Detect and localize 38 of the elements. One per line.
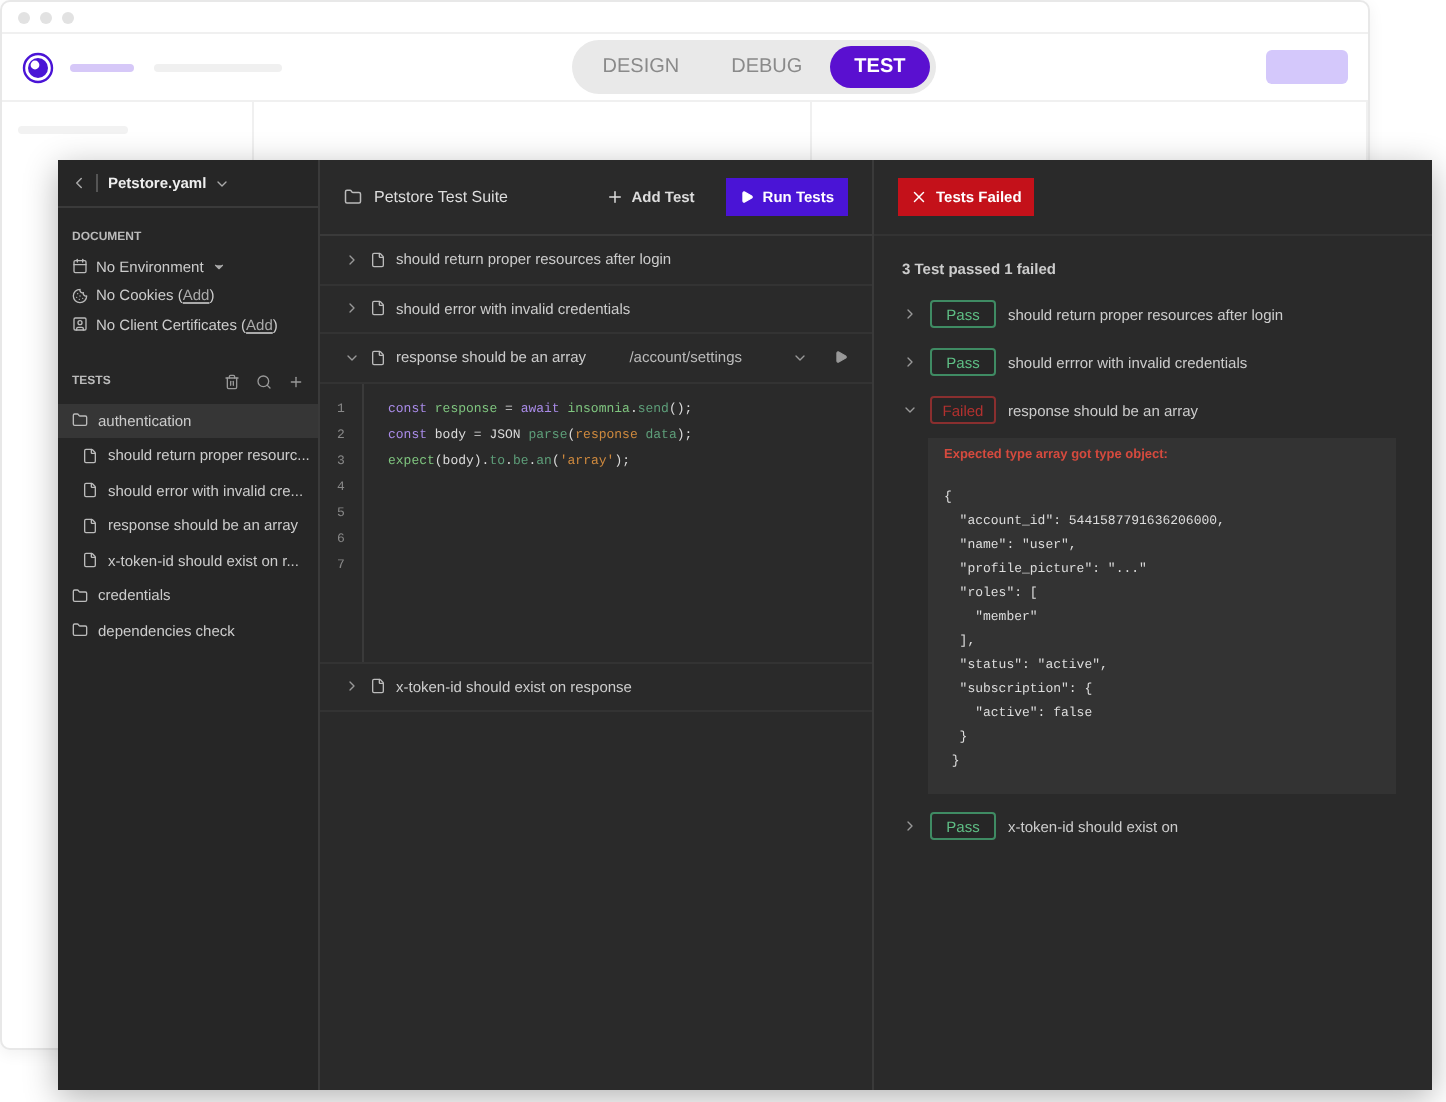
certificate-icon xyxy=(72,316,88,333)
file-icon xyxy=(82,447,98,464)
chevron-right-icon xyxy=(344,251,360,268)
file-icon xyxy=(370,349,386,366)
suite-title: Petstore Test Suite xyxy=(374,188,508,206)
file-icon xyxy=(82,482,98,499)
calendar-icon xyxy=(72,258,88,275)
plus-icon xyxy=(605,188,624,206)
back-icon xyxy=(70,174,88,192)
play-icon xyxy=(834,350,848,365)
chevron-right-icon xyxy=(902,306,918,322)
chevron-right-icon xyxy=(344,678,360,695)
cookie-icon xyxy=(72,287,88,304)
search-icon xyxy=(256,373,272,389)
folder-icon xyxy=(72,412,88,429)
window-dot xyxy=(18,11,30,23)
window-dot xyxy=(40,11,52,23)
chevron-right-icon xyxy=(902,818,918,834)
chevron-right-icon xyxy=(902,354,918,370)
folder-icon xyxy=(344,188,362,206)
window-dot xyxy=(62,11,74,23)
caret-icon xyxy=(211,259,226,274)
file-icon xyxy=(82,552,98,569)
file-icon xyxy=(82,517,98,534)
plus-icon xyxy=(288,373,304,389)
file-icon xyxy=(370,300,386,317)
folder-icon xyxy=(72,587,88,604)
mode-tab[interactable]: TEST xyxy=(830,46,930,88)
logo-icon xyxy=(22,51,54,83)
file-icon xyxy=(370,678,386,695)
folder-icon xyxy=(72,622,88,639)
trash-icon xyxy=(224,373,240,389)
chevron-down-icon xyxy=(902,402,918,418)
chevron-right-icon xyxy=(344,300,360,317)
close-icon xyxy=(910,188,928,206)
play-icon xyxy=(740,190,755,204)
file-icon xyxy=(370,251,386,268)
placeholder-bar xyxy=(70,63,134,71)
